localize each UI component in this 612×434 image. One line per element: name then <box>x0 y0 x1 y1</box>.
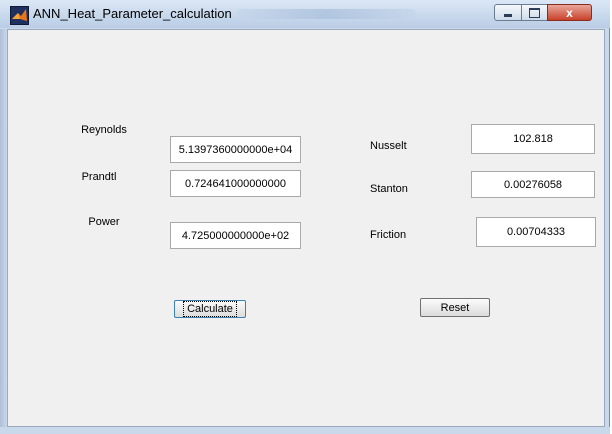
maximize-icon <box>529 7 540 18</box>
maximize-button[interactable] <box>521 4 548 21</box>
reset-button-label: Reset <box>440 301 470 314</box>
matlab-icon <box>10 6 29 25</box>
friction-output: 0.00704333 <box>476 217 596 247</box>
window-bottom-border <box>0 427 610 434</box>
power-label: Power <box>88 216 120 228</box>
calculate-button[interactable]: Calculate <box>174 300 246 318</box>
window-left-border <box>0 29 7 427</box>
window-title: ANN_Heat_Parameter_calculation <box>33 6 232 21</box>
close-icon: x <box>566 5 573 20</box>
prandtl-label: Prandtl <box>81 171 117 183</box>
title-bar[interactable]: ANN_Heat_Parameter_calculation x <box>0 0 610 28</box>
nusselt-label: Nusselt <box>370 140 407 152</box>
stanton-label: Stanton <box>370 183 408 195</box>
close-button[interactable]: x <box>547 4 592 21</box>
friction-label: Friction <box>370 229 407 241</box>
power-input[interactable]: 4.725000000000e+02 <box>170 222 301 249</box>
figure-panel: Reynolds Prandtl Power 5.1397360000000e+… <box>7 29 605 427</box>
blurred-title-text <box>236 9 416 19</box>
minimize-button[interactable] <box>494 4 522 21</box>
reynolds-input[interactable]: 5.1397360000000e+04 <box>170 136 301 163</box>
calculate-button-label: Calculate <box>183 301 237 317</box>
reynolds-label: Reynolds <box>81 124 127 136</box>
stanton-output: 0.00276058 <box>471 171 595 198</box>
prandtl-input[interactable]: 0.724641000000000 <box>170 170 301 197</box>
app-window: ANN_Heat_Parameter_calculation x Reynold… <box>0 0 610 434</box>
reset-button[interactable]: Reset <box>420 298 490 317</box>
minimize-icon <box>504 14 512 17</box>
nusselt-output: 102.818 <box>471 124 595 154</box>
